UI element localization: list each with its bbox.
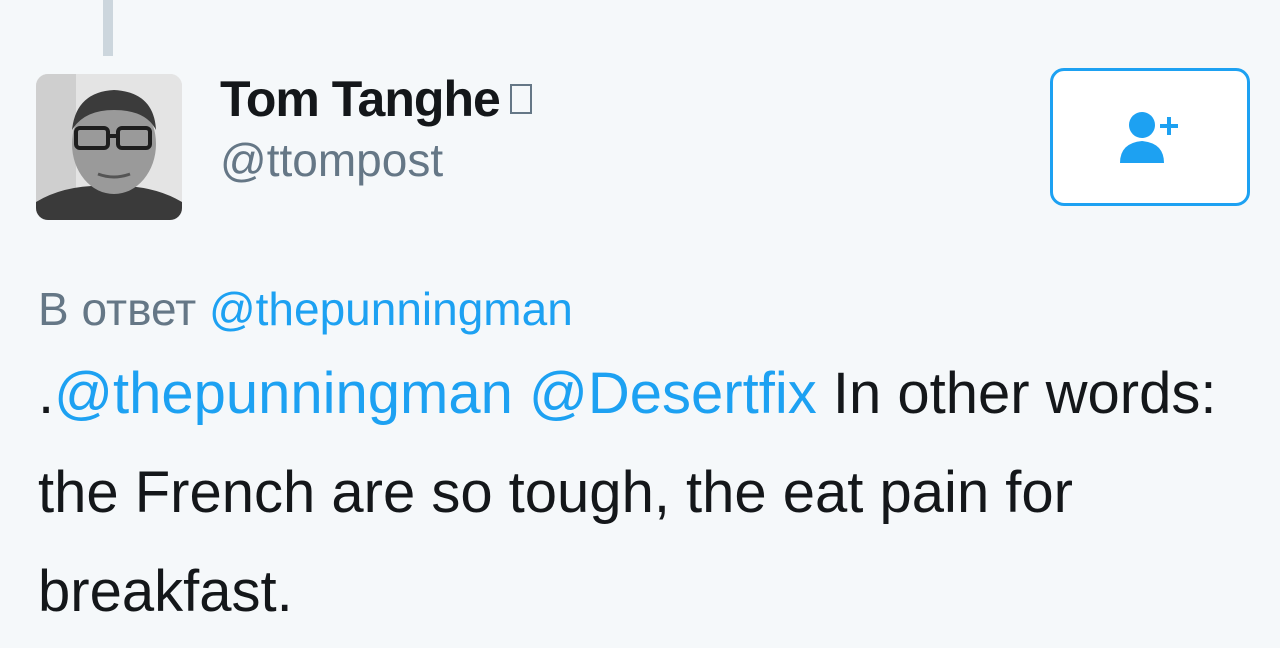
reply-context-prefix: В ответ	[38, 283, 197, 335]
avatar[interactable]	[36, 74, 182, 220]
add-user-icon	[1120, 112, 1178, 163]
tweet-author[interactable]: Tom Tanghe @ttompost	[220, 68, 532, 190]
mention-link-thepunningman[interactable]: @thepunningman	[54, 361, 513, 426]
avatar-photo	[36, 74, 182, 220]
follow-button[interactable]	[1050, 68, 1250, 206]
tweet-body-lead: .	[38, 361, 55, 426]
reply-context: В ответ @thepunningman	[38, 280, 573, 338]
reply-context-mention-link[interactable]: @thepunningman	[209, 283, 573, 335]
thread-connector-line	[103, 0, 113, 56]
tweet-body-text: .@thepunningman @Desertfix In other word…	[38, 344, 1238, 641]
missing-glyph-icon	[509, 84, 532, 114]
author-display-name[interactable]: Tom Tanghe	[220, 68, 532, 130]
mention-link-desertfix[interactable]: @Desertfix	[529, 361, 817, 426]
author-handle[interactable]: @ttompost	[220, 130, 532, 190]
